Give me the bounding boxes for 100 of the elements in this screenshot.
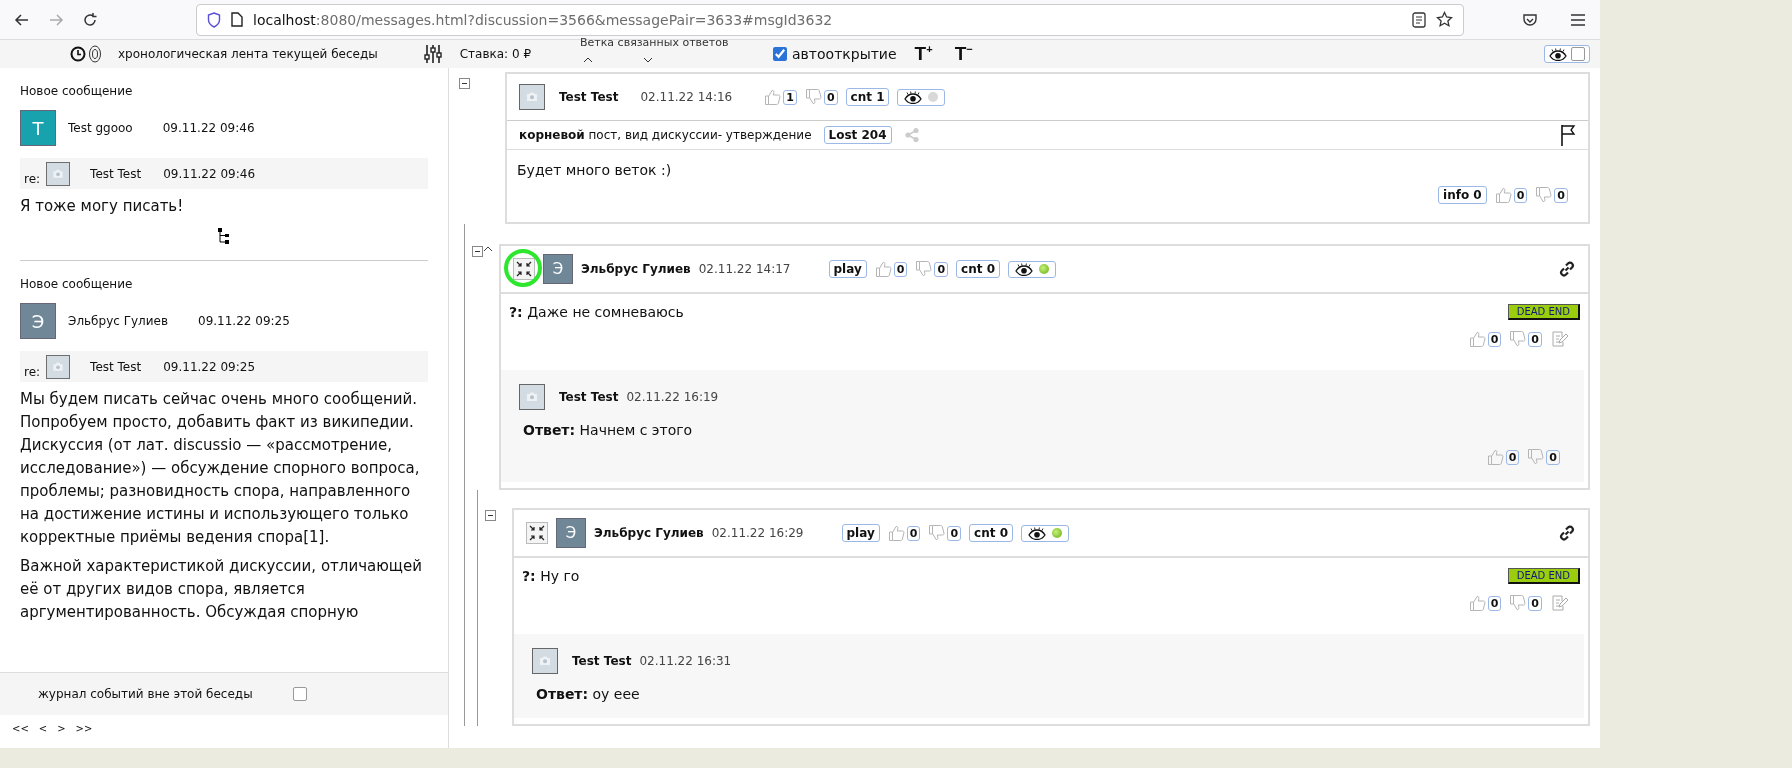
stake-label: Ставка: 0 ₽	[459, 47, 532, 61]
pocket-icon[interactable]	[1522, 11, 1538, 28]
author-name[interactable]: Эльбрус Гулиев	[68, 314, 168, 328]
thumbs-down-icon[interactable]	[1527, 448, 1546, 466]
like-count: 0	[1505, 449, 1520, 465]
collapse-toggle[interactable]	[485, 510, 496, 521]
dislike-count: 0	[1528, 595, 1542, 611]
author-name[interactable]: Test Test	[90, 360, 142, 374]
lost-badge: Lost 204	[823, 126, 892, 144]
event-log-checkbox[interactable]	[292, 687, 307, 701]
star-icon[interactable]	[1436, 11, 1453, 28]
tree-icon[interactable]	[218, 228, 230, 244]
thumbs-up-icon[interactable]	[764, 88, 783, 106]
thumbs-down-icon[interactable]	[1509, 330, 1528, 348]
avatar: Э	[20, 303, 56, 339]
message-text: Важной характеристикой дискуссии, отличающей её от других видов спора, является аргументированность. Обсуждая спорную	[20, 556, 423, 623]
thumbs-down-icon[interactable]	[1535, 186, 1554, 204]
message-text: Я тоже могу писать!	[20, 196, 185, 217]
dead-end-badge: DEAD END	[1507, 304, 1580, 320]
font-increase-button[interactable]: T$^{+}$	[914, 42, 933, 66]
link-icon[interactable]	[1558, 524, 1576, 542]
thumbs-down-icon[interactable]	[804, 88, 823, 106]
autoopen-checkbox[interactable]	[773, 47, 788, 61]
avatar-placeholder	[532, 648, 558, 674]
avatar: Э	[556, 518, 586, 548]
collapse-icon[interactable]	[526, 522, 548, 544]
avatar-placeholder	[519, 84, 545, 110]
reader-icon[interactable]	[1412, 11, 1426, 28]
thumbs-up-icon[interactable]	[887, 524, 906, 542]
link-icon[interactable]	[1558, 260, 1576, 278]
question-text: ?: Ну го	[522, 568, 580, 584]
dislike-count: 0	[934, 261, 949, 277]
collapse-toggle[interactable]	[459, 78, 470, 89]
message-time: 09.11.22 09:25	[198, 314, 290, 328]
thumbs-up-icon[interactable]	[1486, 448, 1505, 466]
like-count: 0	[1487, 331, 1502, 347]
pager-link[interactable]: <	[38, 723, 48, 734]
dislike-count: 0	[1528, 331, 1542, 347]
thumbs-up-icon[interactable]	[1468, 330, 1487, 348]
play-button[interactable]: play	[828, 260, 867, 278]
info-badge: info 0	[1438, 186, 1487, 204]
thumbs-down-icon[interactable]	[928, 524, 947, 542]
dead-end-badge: DEAD END	[1507, 568, 1580, 584]
font-decrease-button[interactable]: T$^{−}$	[954, 42, 973, 66]
post-time: 02.11.22 14:17	[698, 262, 791, 276]
like-count: 1	[783, 89, 797, 105]
caret-up-icon[interactable]	[583, 57, 593, 63]
author-name[interactable]: Test ggooo	[68, 121, 133, 135]
message-text: Мы будем писать сейчас очень много сообщений. Попробуем просто, добавить факт из википедии. Дискуссия (от лат. discussio — «рассмотрение, исследование») — обсуждение спорного вопроса, проблемы; разновидность спора, направленного на достижение истины и использующего только корректные приёмы ведения спора[1].	[20, 389, 421, 548]
post-time: 02.11.22 14:16	[640, 90, 733, 104]
author-name[interactable]: Test Test	[90, 167, 142, 181]
author-name[interactable]: Test Test	[559, 90, 619, 104]
thumbs-up-icon[interactable]	[874, 260, 893, 278]
watch-toggle[interactable]	[1008, 260, 1056, 278]
branch-label[interactable]: Ветка связанных ответов	[580, 37, 729, 48]
avatar-placeholder	[46, 355, 71, 379]
avatar-placeholder	[46, 162, 71, 186]
question-text: ?: Даже не сомневаюсь	[509, 304, 684, 320]
address-bar[interactable]: localhost:8080/messages.html?discussion=3566&messagePair=3633#msgId3632	[196, 3, 1464, 36]
pager-link[interactable]: <<	[12, 723, 29, 734]
avatar-placeholder	[519, 384, 545, 410]
tire-icon[interactable]	[88, 45, 102, 63]
caret-icon[interactable]	[483, 246, 493, 252]
collapse-toggle[interactable]	[472, 246, 483, 257]
post-time: 02.11.22 16:29	[711, 526, 804, 540]
watch-toggle[interactable]	[897, 88, 946, 106]
eye-toggle[interactable]	[1544, 45, 1590, 63]
timeline-link[interactable]: хронологическая лента текущей беседы	[118, 47, 378, 61]
flag-icon[interactable]	[1560, 124, 1576, 146]
clock-icon[interactable]	[70, 46, 86, 62]
item-heading: Новое сообщение	[20, 84, 134, 98]
dislike-count: 0	[823, 89, 838, 105]
count-badge: cnt 0	[969, 524, 1013, 542]
dislike-count: 0	[1554, 187, 1568, 203]
thumbs-up-icon[interactable]	[1468, 594, 1487, 612]
caret-down-icon[interactable]	[643, 57, 653, 63]
message-time: 09.11.22 09:25	[163, 360, 256, 374]
autoopen-label: автооткрытие	[792, 46, 897, 62]
message-time: 09.11.22 09:46	[162, 121, 255, 135]
avatar: T	[20, 110, 56, 146]
thumbs-up-icon[interactable]	[1494, 186, 1513, 204]
menu-icon[interactable]	[1570, 12, 1586, 27]
eye-checkbox[interactable]	[1571, 47, 1585, 61]
thumbs-down-icon[interactable]	[915, 260, 934, 278]
collapse-icon[interactable]	[513, 258, 535, 280]
thumbs-down-icon[interactable]	[1509, 594, 1528, 612]
count-badge: cnt 0	[956, 260, 1000, 278]
eye-icon	[1549, 47, 1567, 61]
sliders-icon[interactable]	[423, 44, 442, 64]
back-icon[interactable]	[14, 11, 30, 28]
play-button[interactable]: play	[841, 524, 880, 542]
reload-icon[interactable]	[82, 11, 98, 28]
author-name[interactable]: Эльбрус Гулиев	[594, 526, 704, 540]
watch-toggle[interactable]	[1021, 524, 1069, 542]
author-name[interactable]: Test Test	[572, 654, 632, 668]
pager-link[interactable]: >>	[75, 723, 93, 734]
item-heading: Новое сообщение	[20, 277, 134, 291]
author-name[interactable]: Эльбрус Гулиев	[581, 262, 691, 276]
author-name[interactable]: Test Test	[559, 390, 619, 404]
pager-link[interactable]: >	[57, 723, 66, 734]
